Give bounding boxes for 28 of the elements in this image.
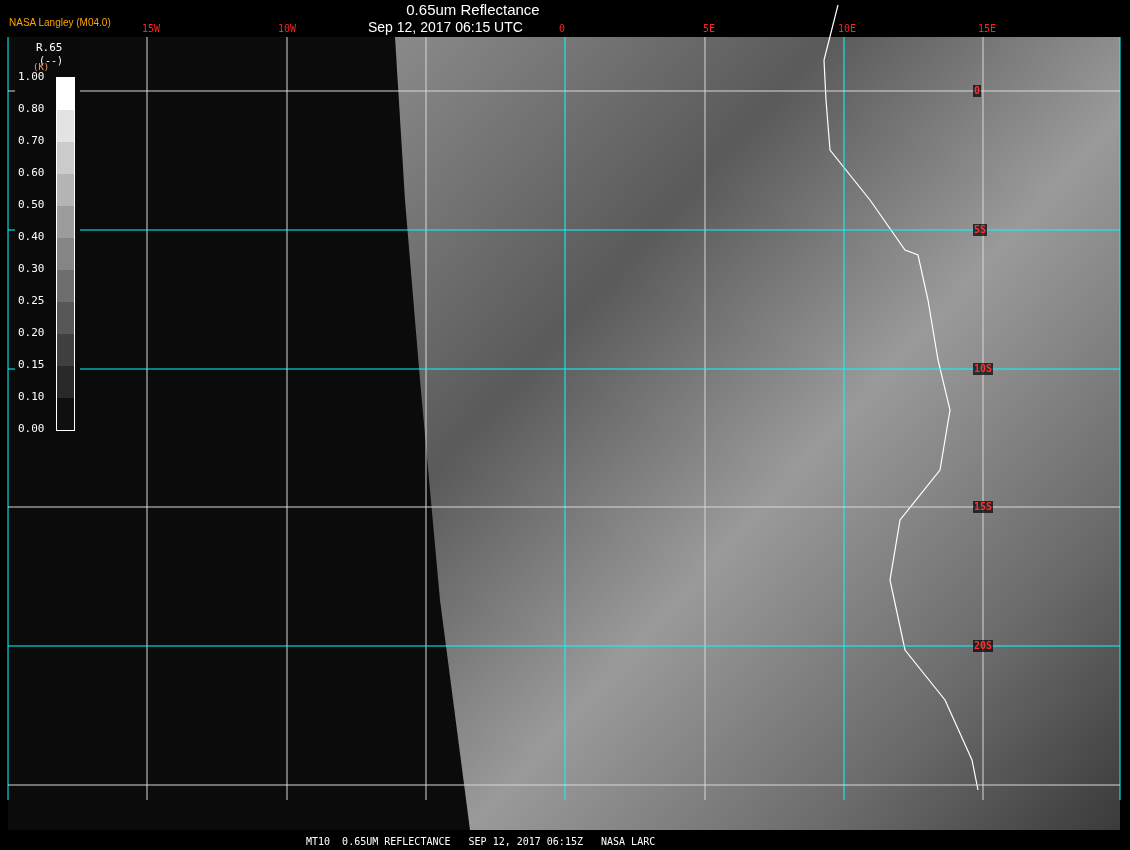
legend-value: 0.70 [18,135,45,147]
legend-title: R.65 [36,42,63,54]
legend-value: 0.00 [18,423,45,435]
footer-caption: MT10 0.65UM REFLECTANCE SEP 12, 2017 06:15Z NASA LARC [306,836,656,848]
latitude-label: 20S [973,640,994,652]
legend-value: 0.15 [18,359,45,371]
latitude-label: 15S [973,501,994,513]
legend-value: 0.20 [18,327,45,339]
legend-value: 1.00 [18,71,45,83]
legend-value: 0.40 [18,231,45,243]
longitude-label: 10W [278,23,297,35]
latitude-label: 0 [973,85,982,97]
latitude-label: 5S [973,224,988,236]
timestamp: Sep 12, 2017 06:15 UTC [368,19,523,36]
longitude-label: 10E [838,23,857,35]
legend-value: 0.10 [18,391,45,403]
credit-label: NASA Langley (M04.0) [9,17,111,29]
longitude-label: 15W [142,23,161,35]
longitude-label: 15E [978,23,997,35]
latitude-label: 10S [973,363,994,375]
legend-value: 0.25 [18,295,45,307]
legend-value: 0.50 [18,199,45,211]
legend-value: 0.30 [18,263,45,275]
map-title: 0.65um Reflectance [405,1,541,19]
longitude-label: 5E [703,23,716,35]
longitude-label: 0 [559,23,566,35]
legend-value: 0.80 [18,103,45,115]
legend-value: 0.60 [18,167,45,179]
